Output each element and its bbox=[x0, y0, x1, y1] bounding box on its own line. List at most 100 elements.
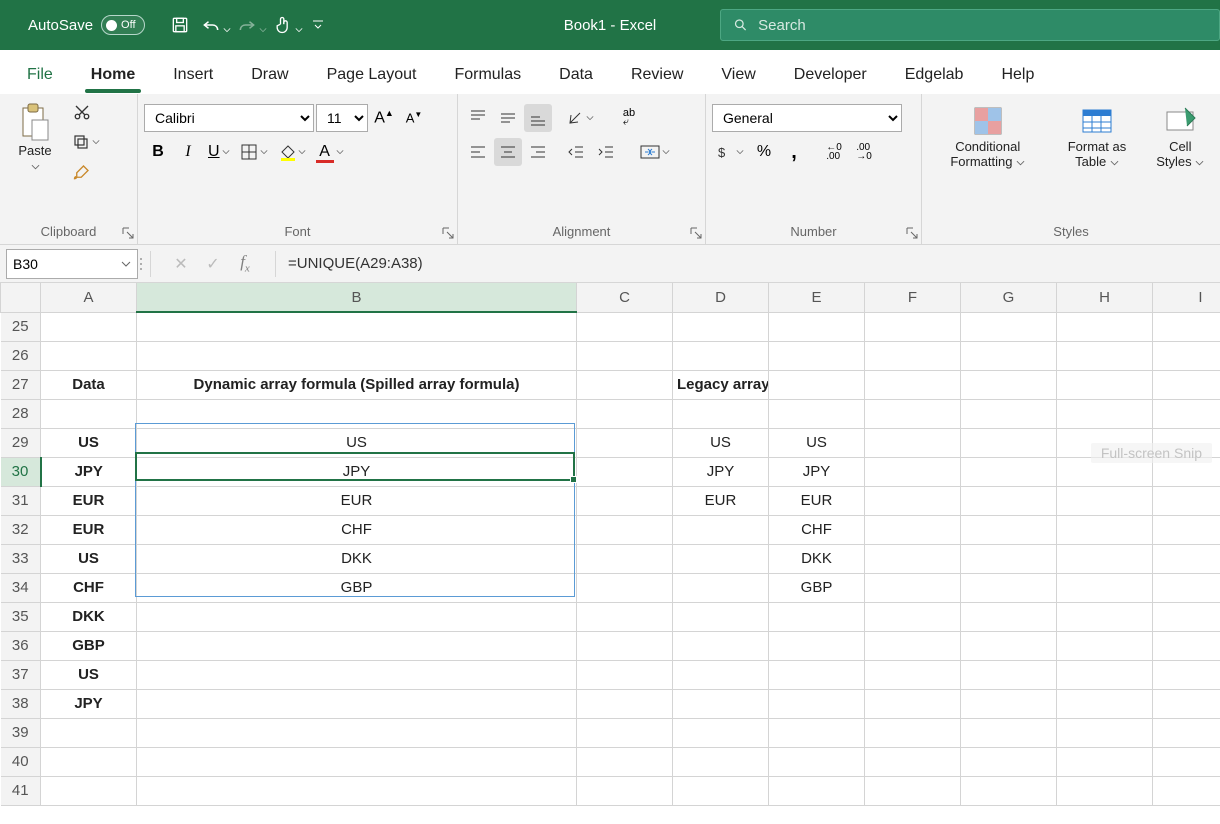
cell-F25[interactable] bbox=[865, 312, 961, 341]
cell-G41[interactable] bbox=[961, 776, 1057, 805]
cell-B41[interactable] bbox=[137, 776, 577, 805]
row-header-25[interactable]: 25 bbox=[1, 312, 41, 341]
cell-G38[interactable] bbox=[961, 689, 1057, 718]
align-middle-button[interactable] bbox=[494, 104, 522, 132]
bold-button[interactable]: B bbox=[144, 138, 172, 166]
cell-F41[interactable] bbox=[865, 776, 961, 805]
cell-B37[interactable] bbox=[137, 660, 577, 689]
cell-E37[interactable] bbox=[769, 660, 865, 689]
cell-I36[interactable] bbox=[1153, 631, 1220, 660]
increase-decimal-button[interactable]: ←0.00 bbox=[820, 138, 848, 166]
cell-D36[interactable] bbox=[673, 631, 769, 660]
save-button[interactable] bbox=[165, 10, 195, 40]
cell-D25[interactable] bbox=[673, 312, 769, 341]
align-bottom-button[interactable] bbox=[524, 104, 552, 132]
cell-A30[interactable]: JPY bbox=[41, 457, 137, 486]
row-header-33[interactable]: 33 bbox=[1, 544, 41, 573]
col-header-B[interactable]: B bbox=[137, 283, 577, 312]
row-header-38[interactable]: 38 bbox=[1, 689, 41, 718]
tab-page-layout[interactable]: Page Layout bbox=[308, 57, 436, 93]
cell-E40[interactable] bbox=[769, 747, 865, 776]
cell-H28[interactable] bbox=[1057, 399, 1153, 428]
italic-button[interactable]: I bbox=[174, 138, 202, 166]
cell-E38[interactable] bbox=[769, 689, 865, 718]
enter-formula-button[interactable]: ✓ bbox=[199, 250, 227, 278]
cell-H40[interactable] bbox=[1057, 747, 1153, 776]
cell-G39[interactable] bbox=[961, 718, 1057, 747]
align-right-button[interactable] bbox=[524, 138, 552, 166]
cell-E41[interactable] bbox=[769, 776, 865, 805]
cell-C39[interactable] bbox=[577, 718, 673, 747]
cell-B26[interactable] bbox=[137, 341, 577, 370]
cell-G25[interactable] bbox=[961, 312, 1057, 341]
font-color-button[interactable]: A bbox=[312, 138, 348, 166]
undo-button[interactable] bbox=[201, 10, 231, 40]
decrease-decimal-button[interactable]: .00→0 bbox=[850, 138, 878, 166]
cell-F39[interactable] bbox=[865, 718, 961, 747]
percent-button[interactable]: % bbox=[750, 138, 778, 166]
cell-H32[interactable] bbox=[1057, 515, 1153, 544]
cell-C38[interactable] bbox=[577, 689, 673, 718]
format-painter-button[interactable] bbox=[68, 158, 96, 186]
cell-G29[interactable] bbox=[961, 428, 1057, 457]
row-header-26[interactable]: 26 bbox=[1, 341, 41, 370]
col-header-A[interactable]: A bbox=[41, 283, 137, 312]
col-header-G[interactable]: G bbox=[961, 283, 1057, 312]
dialog-launcher-icon[interactable] bbox=[441, 226, 455, 240]
cell-I32[interactable] bbox=[1153, 515, 1220, 544]
cell-A28[interactable] bbox=[41, 399, 137, 428]
number-format-select[interactable]: General bbox=[712, 104, 902, 132]
fill-color-button[interactable] bbox=[274, 138, 310, 166]
cell-A41[interactable] bbox=[41, 776, 137, 805]
cell-I37[interactable] bbox=[1153, 660, 1220, 689]
worksheet-grid[interactable]: ABCDEFGHI252627DataDynamic array formula… bbox=[0, 283, 1220, 806]
tab-view[interactable]: View bbox=[702, 57, 774, 93]
cell-F32[interactable] bbox=[865, 515, 961, 544]
cell-D40[interactable] bbox=[673, 747, 769, 776]
cell-C37[interactable] bbox=[577, 660, 673, 689]
col-header-C[interactable]: C bbox=[577, 283, 673, 312]
cell-H34[interactable] bbox=[1057, 573, 1153, 602]
tab-data[interactable]: Data bbox=[540, 57, 612, 93]
col-header-H[interactable]: H bbox=[1057, 283, 1153, 312]
cell-H27[interactable] bbox=[1057, 370, 1153, 399]
cell-A25[interactable] bbox=[41, 312, 137, 341]
cell-F40[interactable] bbox=[865, 747, 961, 776]
shrink-font-button[interactable]: A▼ bbox=[400, 104, 428, 132]
cell-G40[interactable] bbox=[961, 747, 1057, 776]
format-as-table-button[interactable]: Format as Table bbox=[1051, 100, 1142, 174]
cell-A35[interactable]: DKK bbox=[41, 602, 137, 631]
tab-insert[interactable]: Insert bbox=[154, 57, 232, 93]
cell-H41[interactable] bbox=[1057, 776, 1153, 805]
merge-center-button[interactable] bbox=[634, 138, 676, 166]
cell-E27[interactable] bbox=[769, 370, 865, 399]
cell-B31[interactable]: EUR bbox=[137, 486, 577, 515]
cell-H26[interactable] bbox=[1057, 341, 1153, 370]
cell-D37[interactable] bbox=[673, 660, 769, 689]
cell-D27[interactable]: Legacy array formula bbox=[673, 370, 769, 399]
cell-F26[interactable] bbox=[865, 341, 961, 370]
row-header-41[interactable]: 41 bbox=[1, 776, 41, 805]
cell-F27[interactable] bbox=[865, 370, 961, 399]
cell-E33[interactable]: DKK bbox=[769, 544, 865, 573]
comma-button[interactable]: , bbox=[780, 138, 808, 166]
cell-F34[interactable] bbox=[865, 573, 961, 602]
tab-help[interactable]: Help bbox=[982, 57, 1053, 93]
cell-A29[interactable]: US bbox=[41, 428, 137, 457]
cell-D39[interactable] bbox=[673, 718, 769, 747]
row-header-36[interactable]: 36 bbox=[1, 631, 41, 660]
cell-A40[interactable] bbox=[41, 747, 137, 776]
cell-I40[interactable] bbox=[1153, 747, 1220, 776]
cell-B30[interactable]: JPY bbox=[137, 457, 577, 486]
cell-A31[interactable]: EUR bbox=[41, 486, 137, 515]
cell-G33[interactable] bbox=[961, 544, 1057, 573]
cell-F35[interactable] bbox=[865, 602, 961, 631]
cell-E34[interactable]: GBP bbox=[769, 573, 865, 602]
row-header-28[interactable]: 28 bbox=[1, 399, 41, 428]
cell-I33[interactable] bbox=[1153, 544, 1220, 573]
cell-H39[interactable] bbox=[1057, 718, 1153, 747]
cell-D30[interactable]: JPY bbox=[673, 457, 769, 486]
insert-function-button[interactable]: fx bbox=[231, 250, 259, 278]
tab-formulas[interactable]: Formulas bbox=[435, 57, 540, 93]
row-header-34[interactable]: 34 bbox=[1, 573, 41, 602]
